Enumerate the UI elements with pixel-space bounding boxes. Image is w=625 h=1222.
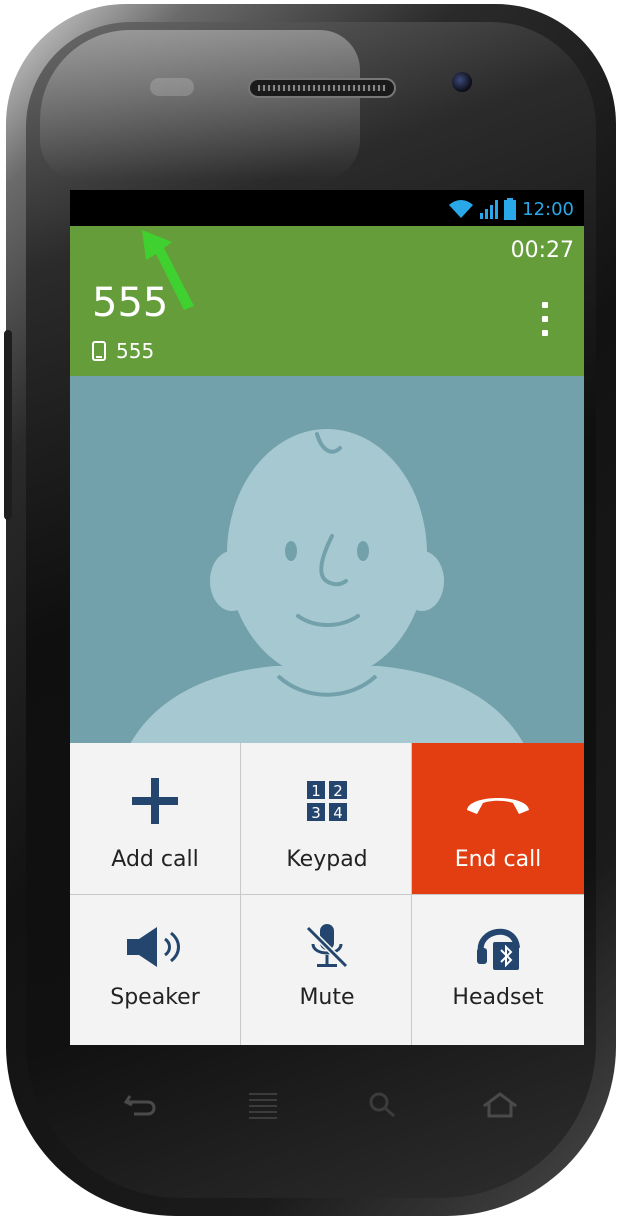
caller-number-row: 555 (92, 339, 154, 363)
overflow-menu-icon[interactable] (542, 302, 548, 336)
mute-button[interactable]: Mute (242, 895, 412, 1045)
keypad-key-2: 2 (333, 782, 343, 800)
add-call-button[interactable]: Add call (70, 743, 240, 893)
front-camera (452, 72, 472, 92)
keypad-label: Keypad (286, 847, 368, 872)
speaker-label: Speaker (110, 985, 200, 1010)
hardware-navigation-keys (100, 1090, 530, 1130)
status-time: 12:00 (522, 198, 574, 220)
speaker-icon (127, 927, 180, 967)
back-icon[interactable] (120, 1090, 160, 1120)
keypad-key-4: 4 (333, 804, 343, 821)
call-actions-grid: Add call 1 2 3 4 Keypad End call Speaker… (70, 743, 584, 1045)
signal-icon (480, 200, 499, 219)
end-call-icon (467, 798, 529, 814)
menu-icon[interactable] (243, 1090, 283, 1124)
keypad-icon: 1 2 3 4 (307, 781, 347, 821)
end-call-label: End call (454, 847, 542, 872)
glass-glare (40, 30, 360, 180)
keypad-key-1: 1 (311, 782, 321, 800)
search-icon[interactable] (366, 1090, 400, 1122)
mute-microphone-icon (305, 924, 349, 969)
mute-label: Mute (299, 985, 355, 1010)
keypad-button[interactable]: 1 2 3 4 Keypad (242, 743, 412, 893)
headset-button[interactable]: Headset (412, 895, 584, 1045)
annotation-arrow-icon (142, 230, 194, 310)
add-call-label: Add call (111, 847, 199, 872)
speaker-button[interactable]: Speaker (70, 895, 240, 1045)
phone-icon (92, 341, 106, 361)
keypad-key-3: 3 (311, 804, 321, 821)
earpiece-speaker (248, 78, 396, 98)
caller-number: 555 (116, 339, 155, 363)
volume-button (4, 330, 12, 520)
battery-icon (504, 198, 517, 220)
headset-label: Headset (452, 985, 544, 1010)
plus-icon (132, 778, 178, 824)
default-avatar-icon (130, 429, 524, 744)
proximity-sensor (150, 78, 194, 96)
end-call-button[interactable]: End call (412, 743, 584, 894)
call-duration: 00:27 (510, 238, 574, 263)
grid-divider (70, 894, 584, 895)
wifi-icon (449, 200, 474, 218)
home-icon[interactable] (480, 1090, 520, 1120)
status-bar: 12:00 (70, 190, 584, 226)
bluetooth-headset-icon (477, 928, 520, 970)
contact-photo (70, 376, 584, 744)
